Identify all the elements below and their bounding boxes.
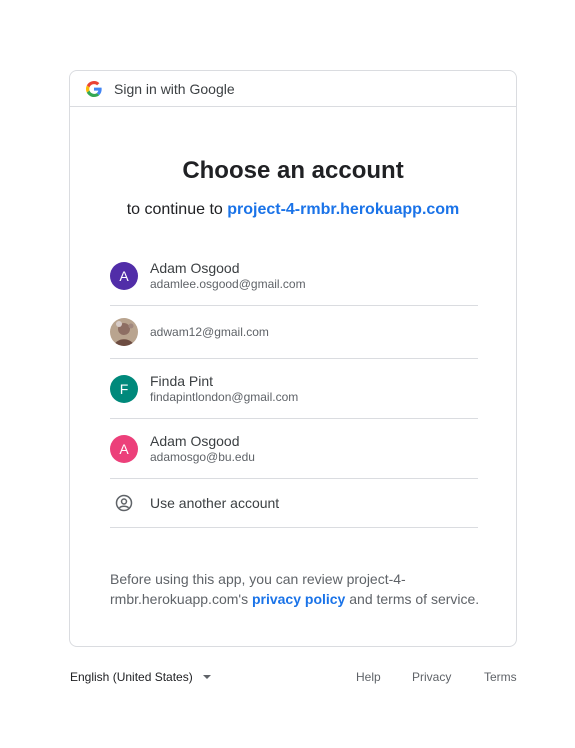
use-another-account-button[interactable]: Use another account xyxy=(110,479,478,528)
disclaimer-line1: Before using this app, you can review pr… xyxy=(110,571,406,587)
avatar: F xyxy=(110,374,138,403)
account-list: A Adam Osgood adamlee.osgood@gmail.com a… xyxy=(110,246,478,528)
avatar-photo xyxy=(110,318,138,346)
language-selector[interactable]: English (United States) xyxy=(70,670,211,684)
account-name: Finda Pint xyxy=(150,372,214,389)
avatar: A xyxy=(110,434,138,463)
page-subtitle: to continue to project-4-rmbr.herokuapp.… xyxy=(70,201,516,219)
disclaimer-text: Before using this app, you can review pr… xyxy=(110,569,490,609)
disclaimer-line2-suffix: and terms of service. xyxy=(345,591,480,607)
terms-link[interactable]: Terms xyxy=(484,670,517,684)
account-email: adwam12@gmail.com xyxy=(150,324,269,339)
account-email: findapintlondon@gmail.com xyxy=(150,389,299,404)
account-email: adamlee.osgood@gmail.com xyxy=(150,276,306,291)
account-circle-icon xyxy=(110,489,138,517)
privacy-policy-link[interactable]: privacy policy xyxy=(252,591,345,607)
google-g-icon xyxy=(86,80,102,97)
help-link[interactable]: Help xyxy=(356,670,381,684)
card-header: Sign in with Google xyxy=(70,71,516,107)
account-item[interactable]: A Adam Osgood adamosgo@bu.edu xyxy=(110,419,478,479)
app-link[interactable]: project-4-rmbr.herokuapp.com xyxy=(227,201,459,218)
avatar: A xyxy=(110,261,138,290)
caret-down-icon xyxy=(202,675,211,679)
use-another-account-label: Use another account xyxy=(150,495,280,511)
account-name: Adam Osgood xyxy=(150,432,240,449)
page-title: Choose an account xyxy=(182,157,404,184)
account-chooser-card: Sign in with Google Choose an account to… xyxy=(69,70,517,647)
account-item[interactable]: F Finda Pint findapintlondon@gmail.com xyxy=(110,359,478,419)
account-item[interactable]: A Adam Osgood adamlee.osgood@gmail.com xyxy=(110,246,478,306)
account-name: Adam Osgood xyxy=(150,259,240,276)
footer: English (United States) Help Privacy Ter… xyxy=(70,670,518,690)
disclaimer-line2-prefix: rmbr.herokuapp.com's xyxy=(110,591,252,607)
account-email: adamosgo@bu.edu xyxy=(150,449,255,464)
subtitle-prefix: to continue to xyxy=(126,201,228,218)
account-item[interactable]: adwam12@gmail.com xyxy=(110,306,478,359)
language-label: English (United States) xyxy=(70,670,193,684)
privacy-link[interactable]: Privacy xyxy=(412,670,451,684)
header-label: Sign in with Google xyxy=(114,80,235,97)
